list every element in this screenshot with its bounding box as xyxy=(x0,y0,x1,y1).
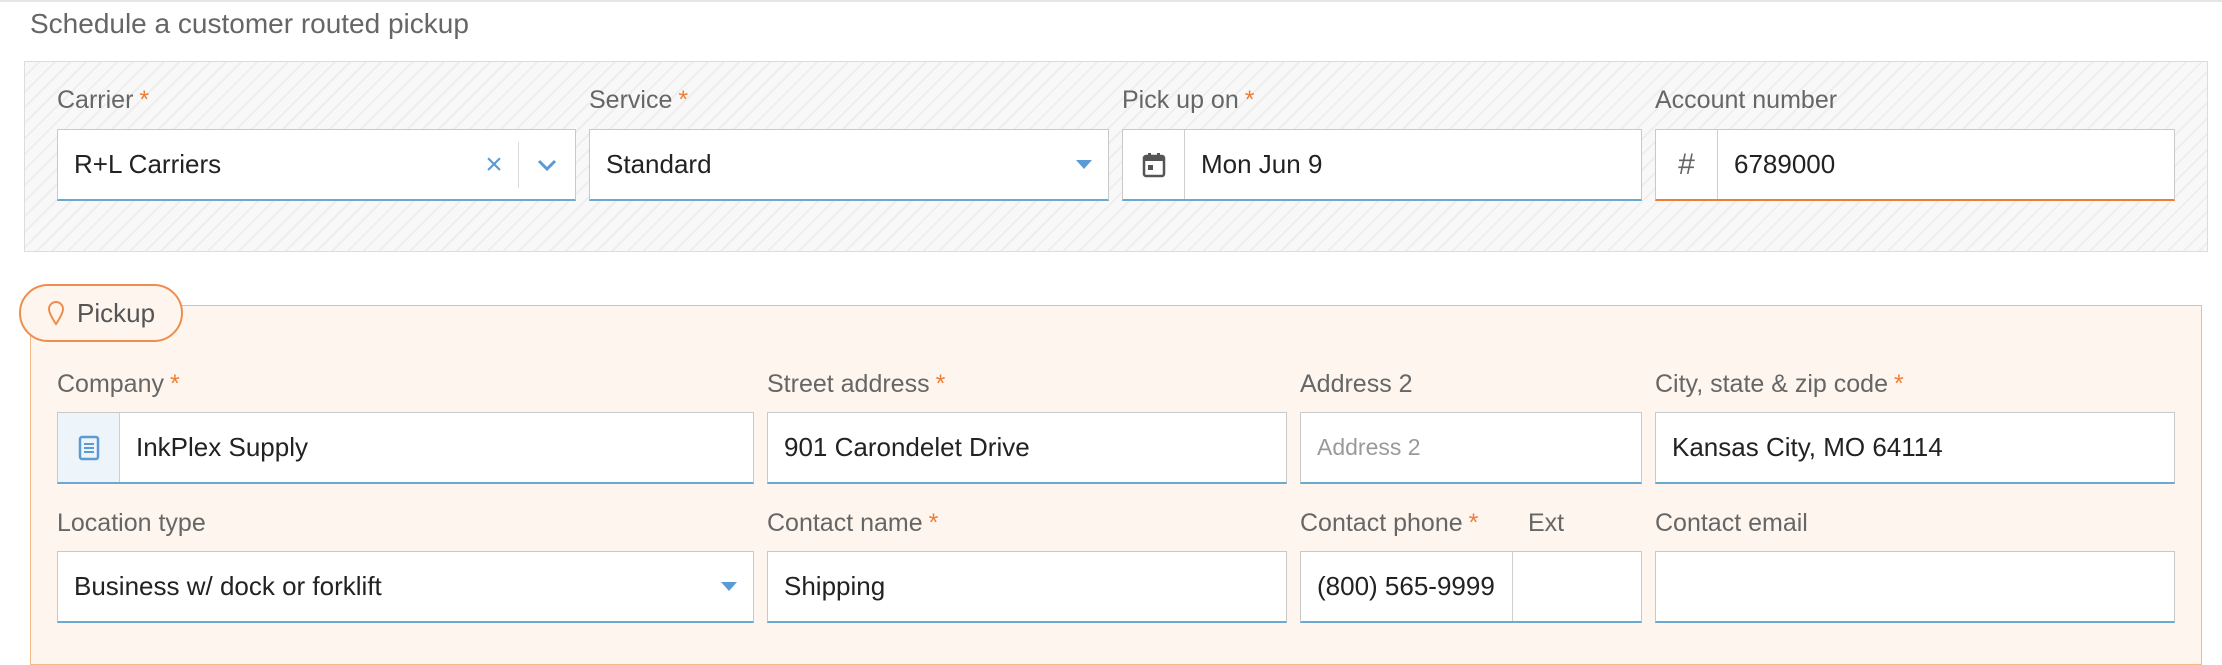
ext-label: Ext xyxy=(1528,509,1565,537)
pickup-date-value: Mon Jun 9 xyxy=(1201,149,1323,179)
service-label: Service * xyxy=(589,86,689,114)
city-state-zip-field[interactable]: Kansas City, MO 64114 xyxy=(1655,412,2175,484)
contact-name-value: Shipping xyxy=(784,571,886,601)
pickup-tab-label: Pickup xyxy=(77,297,156,328)
account-number-label: Account number xyxy=(1655,86,1838,114)
city-state-zip-label: City, state & zip code * xyxy=(1655,370,1904,398)
address2-placeholder: Address 2 xyxy=(1317,434,1421,460)
service-select[interactable]: Standard xyxy=(589,129,1109,201)
hash-icon: # xyxy=(1656,130,1718,199)
clear-icon[interactable]: × xyxy=(470,148,518,182)
page-title: Schedule a customer routed pickup xyxy=(30,8,469,39)
street-address-field[interactable]: 901 Carondelet Drive xyxy=(767,412,1287,484)
city-state-zip-value: Kansas City, MO 64114 xyxy=(1672,432,1943,462)
top-divider xyxy=(0,0,2222,2)
carrier-label: Carrier * xyxy=(57,86,150,114)
contact-phone-label: Contact phone * xyxy=(1300,509,1479,537)
account-number-value: 6789000 xyxy=(1734,149,1836,179)
carrier-value: R+L Carriers xyxy=(74,149,222,179)
location-type-label: Location type xyxy=(57,509,206,537)
company-label: Company * xyxy=(57,370,180,398)
company-field[interactable]: InkPlex Supply xyxy=(57,412,754,484)
street-address-value: 901 Carondelet Drive xyxy=(784,432,1030,462)
location-type-select[interactable]: Business w/ dock or forklift xyxy=(57,551,754,623)
contact-name-field[interactable]: Shipping xyxy=(767,551,1287,623)
calendar-icon[interactable] xyxy=(1123,130,1185,199)
pickup-date-field[interactable]: Mon Jun 9 xyxy=(1122,129,1642,201)
pickup-tab[interactable]: Pickup xyxy=(19,284,183,342)
contact-email-label: Contact email xyxy=(1655,509,1808,537)
contact-name-label: Contact name * xyxy=(767,509,939,537)
carrier-select[interactable]: R+L Carriers × xyxy=(57,129,576,201)
map-pin-icon xyxy=(47,301,65,326)
account-number-field[interactable]: # 6789000 xyxy=(1655,129,2175,201)
service-value: Standard xyxy=(606,149,712,179)
contact-phone-group: (800) 565-9999 xyxy=(1300,551,1642,623)
address2-field[interactable]: Address 2 xyxy=(1300,412,1642,484)
contact-email-field[interactable] xyxy=(1655,551,2175,623)
contact-phone-input[interactable]: (800) 565-9999 xyxy=(1301,571,1512,602)
chevron-down-icon[interactable] xyxy=(519,159,575,171)
address2-label: Address 2 xyxy=(1300,370,1413,398)
ext-input[interactable] xyxy=(1513,552,1641,621)
dropdown-caret-icon[interactable] xyxy=(1076,160,1092,169)
pickup-on-label: Pick up on * xyxy=(1122,86,1255,114)
street-address-label: Street address * xyxy=(767,370,946,398)
address-book-icon[interactable] xyxy=(58,413,120,482)
dropdown-caret-icon[interactable] xyxy=(721,582,737,591)
company-value: InkPlex Supply xyxy=(136,432,308,462)
location-type-value: Business w/ dock or forklift xyxy=(74,571,382,601)
